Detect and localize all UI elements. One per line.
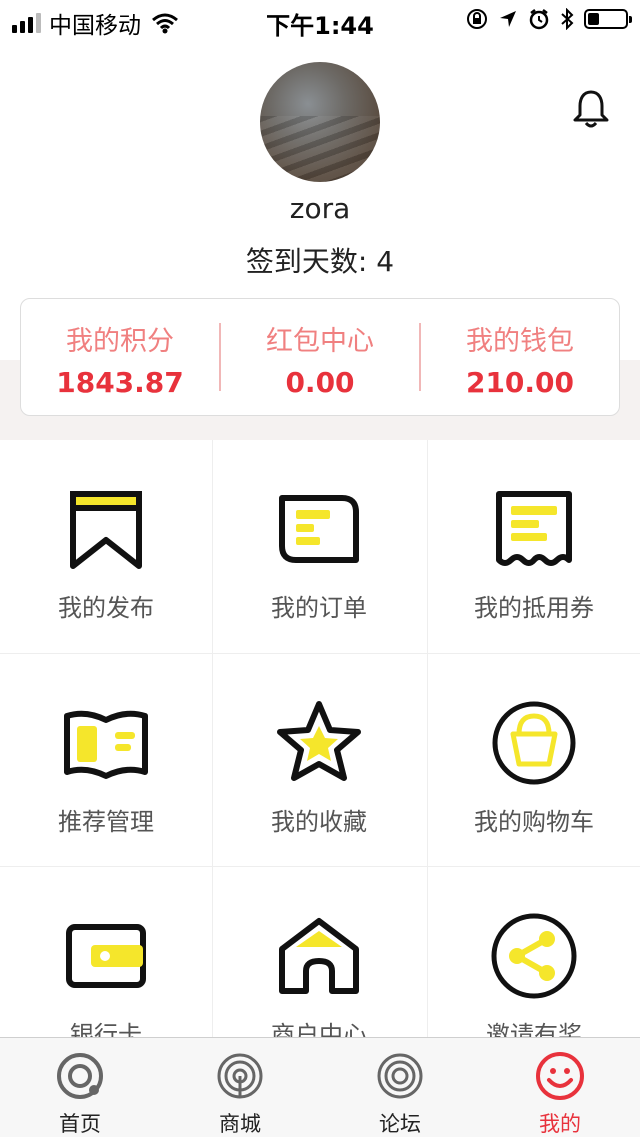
menu-item-label: 我的收藏 — [271, 808, 367, 836]
order-icon — [279, 495, 359, 563]
coupon-icon — [496, 491, 572, 566]
stat-value: 0.00 — [285, 366, 355, 399]
menu-item-label: 我的发布 — [58, 594, 154, 622]
avatar[interactable] — [260, 62, 380, 182]
menu-item-label: 我的订单 — [271, 594, 367, 622]
menu-item-my-posts[interactable]: 我的发布 — [0, 440, 212, 653]
bookmark-icon — [70, 491, 142, 569]
location-icon — [500, 11, 516, 27]
menu-item-label: 我的购物车 — [474, 808, 594, 836]
stat-label: 我的钱包 — [466, 326, 574, 357]
forum-icon — [377, 1053, 423, 1099]
bell-icon[interactable] — [570, 88, 612, 130]
tab-forum[interactable]: 论坛 — [320, 1038, 480, 1137]
stats-card: 我的积分 1843.87 红包中心 0.00 我的钱包 210.00 — [20, 298, 620, 416]
tab-mall[interactable]: 商城 — [160, 1038, 320, 1137]
mall-icon — [217, 1053, 263, 1099]
menu-item-recommend[interactable]: 推荐管理 — [0, 654, 212, 867]
smile-icon — [536, 1052, 584, 1100]
star-icon — [277, 701, 361, 781]
home-icon — [57, 1053, 103, 1099]
stat-red-packet[interactable]: 红包中心 0.00 — [221, 299, 419, 415]
bluetooth-icon — [561, 8, 574, 30]
tab-bar: 首页 商城 论坛 我的 — [0, 1037, 640, 1137]
menu-item-label: 推荐管理 — [58, 808, 154, 836]
tab-label: 首页 — [59, 1112, 101, 1136]
tab-label: 我的 — [539, 1112, 581, 1136]
stat-points[interactable]: 我的积分 1843.87 — [21, 299, 219, 415]
menu-item-my-coupons[interactable]: 我的抵用券 — [428, 440, 640, 653]
book-icon — [64, 710, 148, 779]
menu-item-label: 我的抵用券 — [474, 594, 594, 622]
tab-home[interactable]: 首页 — [0, 1038, 160, 1137]
alarm-icon — [529, 9, 549, 30]
stat-value: 1843.87 — [56, 366, 184, 399]
menu-item-my-orders[interactable]: 我的订单 — [213, 440, 425, 653]
menu-item-cart[interactable]: 我的购物车 — [428, 654, 640, 867]
battery-icon — [584, 9, 632, 29]
status-bar: 中国移动 下午1:44 — [0, 0, 640, 40]
username: zora — [289, 192, 351, 225]
tab-mine[interactable]: 我的 — [480, 1038, 640, 1137]
menu-item-favorites[interactable]: 我的收藏 — [213, 654, 425, 867]
shopping-bag-icon — [492, 701, 576, 785]
stat-value: 210.00 — [465, 366, 575, 399]
bank-card-icon — [66, 924, 146, 988]
orientation-lock-icon — [467, 9, 487, 29]
store-icon — [279, 918, 359, 994]
stat-label: 我的积分 — [66, 326, 174, 357]
stat-label: 红包中心 — [266, 326, 374, 357]
signin-days: 签到天数: 4 — [245, 245, 395, 278]
tab-label: 商城 — [219, 1112, 261, 1136]
share-icon — [491, 913, 577, 999]
stat-wallet[interactable]: 我的钱包 210.00 — [421, 299, 619, 415]
tab-label: 论坛 — [379, 1112, 421, 1136]
